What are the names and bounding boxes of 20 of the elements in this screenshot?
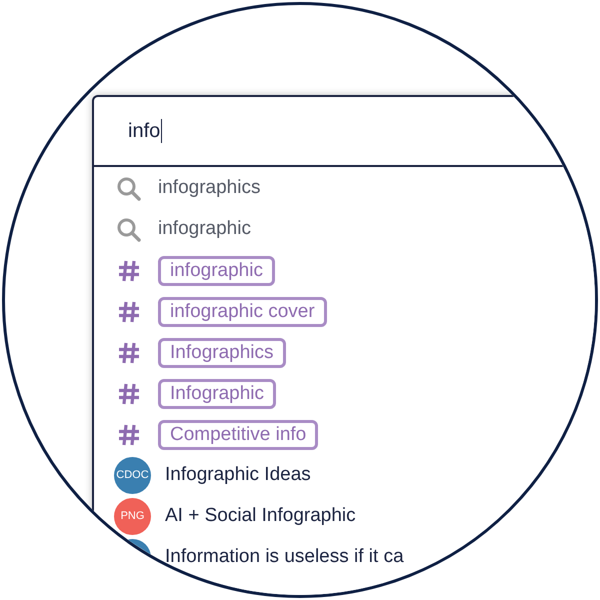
tag-chip[interactable]: Competitive info	[158, 420, 318, 450]
hashtag-icon	[118, 342, 140, 364]
search-icon	[116, 176, 142, 202]
search-suggestion[interactable]: infographics	[158, 174, 260, 203]
hashtag-icon	[118, 260, 140, 282]
hashtag-icon	[118, 382, 140, 404]
tag-chip[interactable]: Infographics	[158, 338, 286, 368]
tag-chip[interactable]: infographic cover	[158, 296, 327, 326]
file-result[interactable]: Information is useless if it ca	[165, 543, 404, 572]
search-icon	[116, 216, 142, 242]
file-result[interactable]: Infographic Ideas	[165, 461, 311, 490]
hashtag-icon	[118, 300, 140, 322]
tag-chip[interactable]: infographic	[158, 256, 275, 286]
search-suggestion[interactable]: infographic	[158, 215, 251, 244]
tag-chip[interactable]: Infographic	[158, 378, 276, 408]
file-result[interactable]: AI + Social Infographic	[165, 502, 356, 531]
file-type-badge: PNG	[114, 498, 151, 535]
file-type-badge: CDOC	[114, 457, 151, 494]
hashtag-icon	[118, 424, 140, 446]
search-field[interactable]: info	[94, 97, 595, 167]
